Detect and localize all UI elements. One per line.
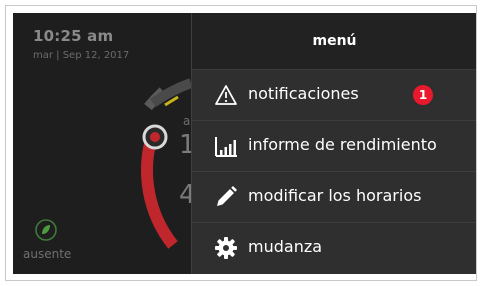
menu-item-mudanza[interactable]: mudanza [192,223,476,274]
dial-handle-center [150,132,160,142]
menu-item-label: informe de rendimiento [248,135,437,154]
menu-item-label: mudanza [248,237,323,256]
menu-item-notificaciones[interactable]: notificaciones 1 [192,70,476,121]
gear-icon [215,237,237,259]
leaf-icon [35,219,57,241]
menu-panel: menú notificaciones 1 informe de rendimi… [191,13,476,274]
menu-item-informe[interactable]: informe de rendimiento [192,121,476,172]
dial-partial-digit-4: 4 [179,180,191,210]
dial-partial-text: a [183,114,190,128]
warning-icon [215,85,237,105]
menu-item-horarios[interactable]: modificar los horarios [192,172,476,223]
pencil-icon [217,186,237,206]
away-mode-label: ausente [23,247,72,261]
thermostat-screen: 10:25 am mar | Sep 12, 2017 a 1 4 ausent… [13,13,476,274]
notification-badge: 1 [413,85,433,105]
menu-item-label: modificar los horarios [248,186,422,205]
bar-chart-icon [215,137,237,157]
menu-item-label: notificaciones [248,84,359,103]
dial-partial-digit-1: 1 [179,130,191,160]
dial-red-arc [141,131,178,249]
menu-title: menú [192,13,476,70]
